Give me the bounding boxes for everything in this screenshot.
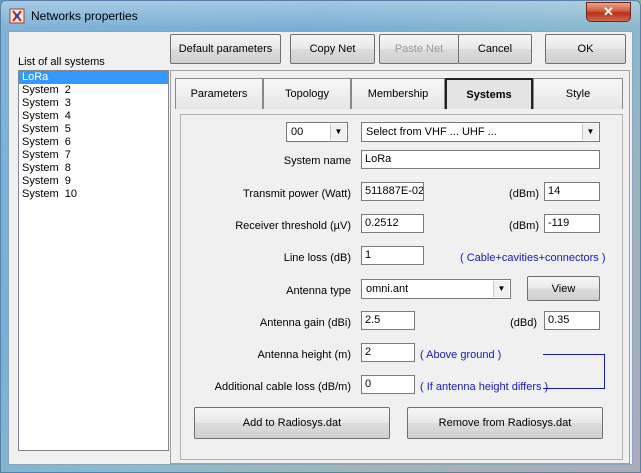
line-loss-field[interactable]: 1 <box>361 246 424 265</box>
tx-power-label: Transmit power (Watt) <box>243 188 351 200</box>
height-cable-bracket <box>543 354 605 389</box>
list-item[interactable]: System 2 <box>19 84 168 97</box>
antenna-type-select[interactable]: omni.ant ▼ <box>361 279 511 299</box>
systems-panel: 00 ▼ Select from VHF ... UHF ... ▼ Syste… <box>180 114 623 460</box>
tab-topology[interactable]: Topology <box>263 78 351 109</box>
tab-systems[interactable]: Systems <box>445 78 533 109</box>
title-bar[interactable]: Networks properties ✕ <box>1 1 640 31</box>
list-item[interactable]: System 4 <box>19 110 168 123</box>
close-button[interactable]: ✕ <box>586 2 631 22</box>
list-item[interactable]: System 3 <box>19 97 168 110</box>
antenna-height-field[interactable]: 2 <box>361 343 415 362</box>
tab-parameters[interactable]: Parameters <box>175 78 263 109</box>
systems-list-label: List of all systems <box>18 56 105 68</box>
tab-control: Parameters Topology Membership Systems S… <box>170 70 630 464</box>
system-name-field[interactable]: LoRa <box>361 150 600 169</box>
close-icon: ✕ <box>603 4 614 19</box>
copy-net-button[interactable]: Copy Net <box>290 34 375 64</box>
paste-net-button[interactable]: Paste Net <box>379 34 459 64</box>
antenna-height-label: Antenna height (m) <box>257 349 351 361</box>
list-item[interactable]: System 8 <box>19 162 168 175</box>
line-loss-label: Line loss (dB) <box>283 252 351 264</box>
antenna-type-label: Antenna type <box>286 285 351 297</box>
cable-loss-label: Additional cable loss (dB/m) <box>214 381 351 393</box>
window-title: Networks properties <box>31 9 138 23</box>
rx-threshold-label: Receiver threshold (µV) <box>235 220 351 232</box>
list-item[interactable]: System 6 <box>19 136 168 149</box>
list-item[interactable]: System 10 <box>19 188 168 201</box>
dialog-client-area: Default parameters Copy Net Paste Net Ca… <box>8 31 633 465</box>
remove-from-radiosys-button[interactable]: Remove from Radiosys.dat <box>407 407 603 439</box>
view-antenna-button[interactable]: View <box>527 276 600 301</box>
add-to-radiosys-button[interactable]: Add to Radiosys.dat <box>194 407 390 439</box>
line-loss-hint: ( Cable+cavities+connectors ) <box>460 252 606 264</box>
rx-threshold-dbm-label: (dBm) <box>509 220 539 232</box>
rx-threshold-uv-field[interactable]: 0.2512 <box>361 214 424 233</box>
tab-style[interactable]: Style <box>533 78 623 109</box>
rx-threshold-dbm-field[interactable]: -119 <box>544 214 600 233</box>
tx-power-watt-field[interactable]: 511887E-02 <box>361 182 424 201</box>
bracket-tick <box>543 388 553 389</box>
default-parameters-button[interactable]: Default parameters <box>170 34 281 64</box>
antenna-gain-label: Antenna gain (dBi) <box>259 317 351 329</box>
tx-power-dbm-label: (dBm) <box>509 188 539 200</box>
antenna-gain-dbd-field[interactable]: 0.35 <box>544 311 600 330</box>
tx-power-dbm-field[interactable]: 14 <box>544 182 600 201</box>
system-number-value: 00 <box>291 126 304 138</box>
chevron-down-icon: ▼ <box>493 281 509 297</box>
system-name-label: System name <box>283 155 351 167</box>
systems-list[interactable]: LoRa System 2 System 3 System 4 System 5… <box>18 70 169 451</box>
list-item[interactable]: LoRa <box>19 71 168 84</box>
networks-properties-window: Networks properties ✕ Default parameters… <box>0 0 641 473</box>
cable-loss-field[interactable]: 0 <box>361 375 415 394</box>
antenna-gain-dbd-label: (dBd) <box>510 317 537 329</box>
preset-select-value: Select from VHF ... UHF ... <box>366 126 497 138</box>
list-item[interactable]: System 9 <box>19 175 168 188</box>
preset-select[interactable]: Select from VHF ... UHF ... ▼ <box>361 122 600 142</box>
list-item[interactable]: System 7 <box>19 149 168 162</box>
tab-membership[interactable]: Membership <box>351 78 445 109</box>
app-icon <box>9 8 25 24</box>
system-number-select[interactable]: 00 ▼ <box>286 122 348 142</box>
chevron-down-icon: ▼ <box>582 124 598 140</box>
antenna-height-hint: ( Above ground ) <box>420 349 502 361</box>
cancel-button[interactable]: Cancel <box>458 34 532 64</box>
chevron-down-icon: ▼ <box>330 124 346 140</box>
antenna-type-value: omni.ant <box>366 283 409 295</box>
list-item[interactable]: System 5 <box>19 123 168 136</box>
cable-loss-hint: ( If antenna height differs ) <box>420 381 549 393</box>
ok-button[interactable]: OK <box>545 34 626 64</box>
antenna-gain-dbi-field[interactable]: 2.5 <box>361 311 415 330</box>
